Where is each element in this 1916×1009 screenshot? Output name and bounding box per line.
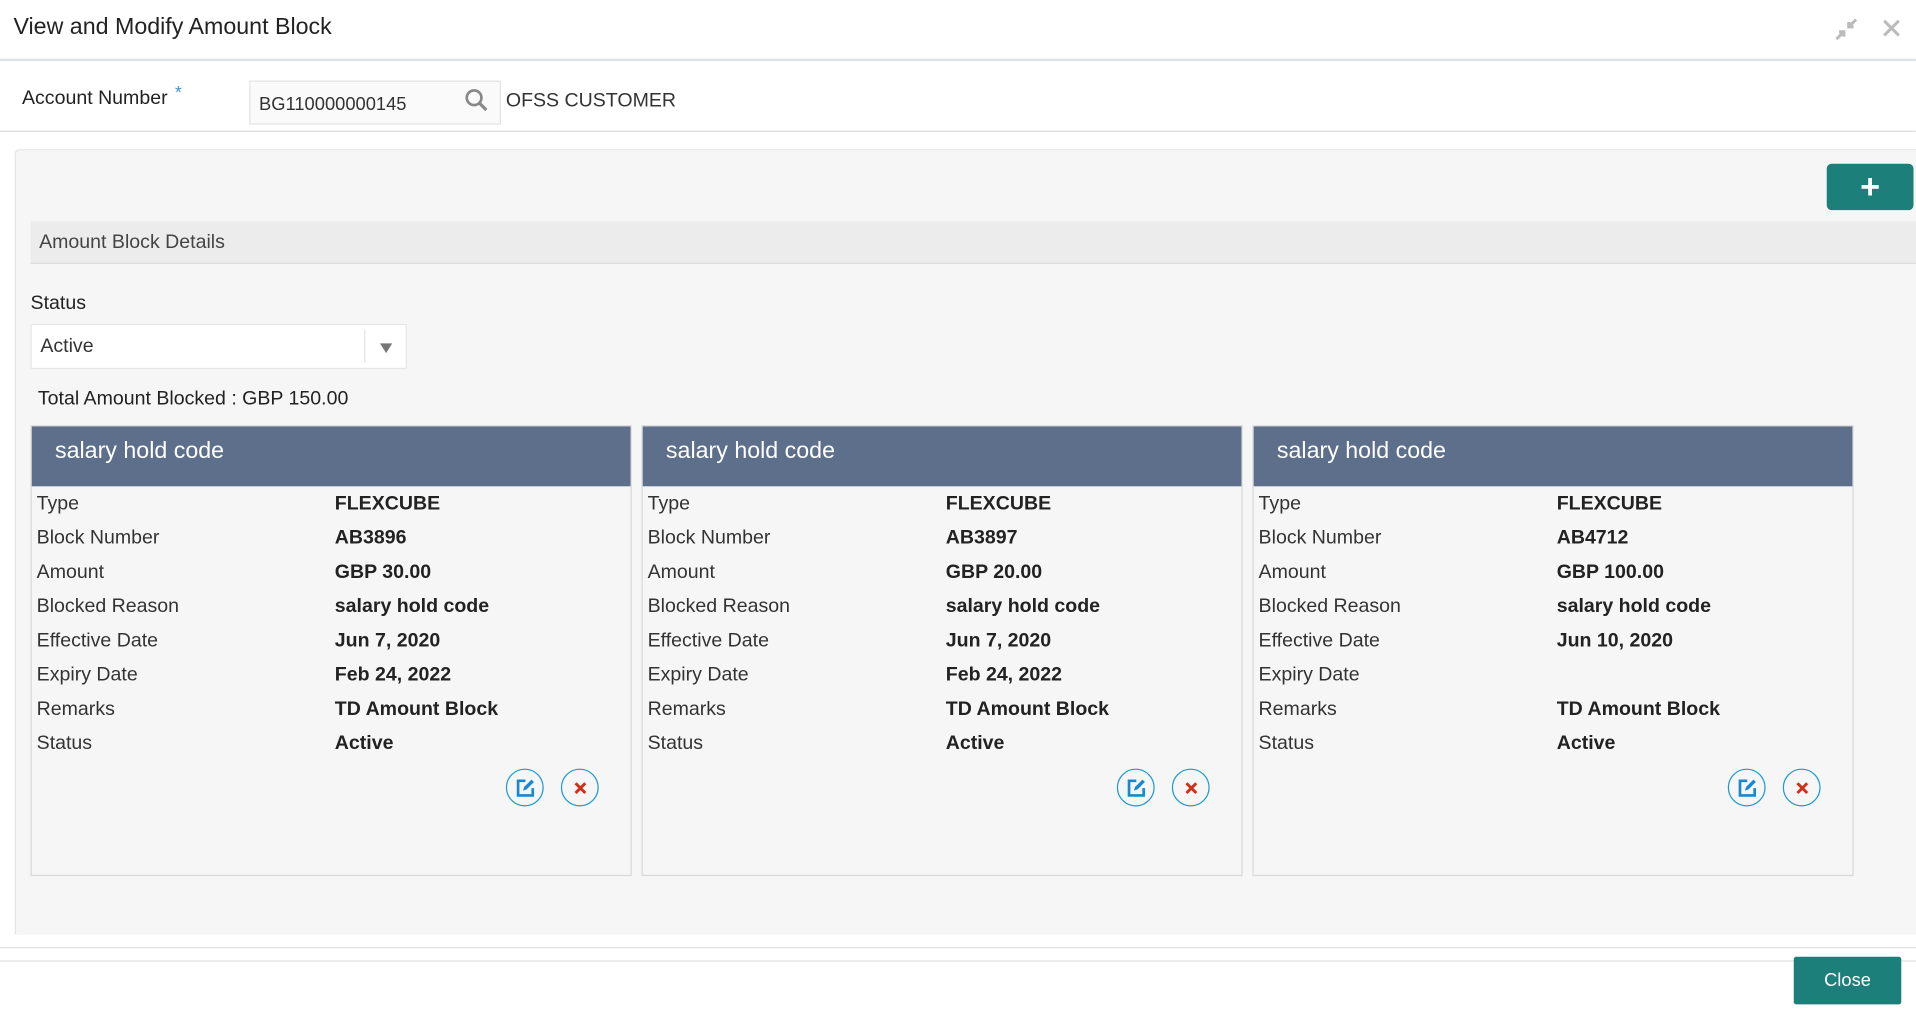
field-value: TD Amount Block [1556,698,1720,720]
field-label: Amount [1258,562,1326,583]
close-button[interactable]: Close [1793,956,1902,1005]
status-filter-label: Status [30,293,86,315]
field-value: TD Amount Block [945,698,1110,720]
delete-button[interactable] [1782,768,1821,807]
close-x-icon [573,781,586,794]
field-label: Effective Date [36,630,159,652]
field-value: Active [334,733,394,754]
field-label: Remarks [36,698,115,720]
field-label: Expiry Date [1258,664,1360,686]
close-x-icon [1795,781,1808,794]
section-header: Amount Block Details [30,221,1916,264]
customer-name: OFSS CUSTOMER [505,90,677,112]
field-label: Status [647,733,704,754]
close-x-icon [1184,781,1197,794]
field-label: Expiry Date [36,664,138,686]
amount-block-dialog: View and Modify Amount Block Account Num… [0,0,1916,1009]
field-value: salary hold code [1556,596,1711,618]
field-value: GBP 30.00 [334,562,432,583]
field-value: Feb 24, 2022 [945,664,1063,686]
account-number-label: Account Number * [21,82,182,110]
account-number-input[interactable]: BG110000000145 [249,80,501,125]
header-divider [0,58,1916,62]
divider [0,130,1916,132]
chevron-down-icon [380,343,393,354]
dialog-title: View and Modify Amount Block [13,14,332,41]
field-label: Effective Date [647,630,769,652]
collapse-arrows-icon[interactable] [1833,16,1860,50]
field-label: Amount [647,562,715,583]
field-label: Type [36,493,80,515]
field-value: AB3897 [945,527,1018,549]
field-value: salary hold code [945,596,1101,618]
field-label: Block Number [647,527,771,549]
field-label: Blocked Reason [36,596,180,618]
status-filter-value: Active [40,336,94,357]
field-value: FLEXCUBE [1556,493,1663,515]
field-label: Blocked Reason [1258,596,1401,618]
field-label: Block Number [36,527,160,549]
field-label: Type [1258,493,1301,515]
field-label: Blocked Reason [647,596,790,618]
edit-icon [1127,778,1145,797]
delete-button[interactable] [560,768,599,807]
field-label: Expiry Date [647,664,749,686]
field-value: TD Amount Block [334,698,499,720]
edit-icon [516,778,534,797]
field-value: Jun 10, 2020 [1556,630,1673,652]
account-number-label-text: Account Number [21,87,168,109]
field-value: salary hold code [334,596,490,618]
delete-button[interactable] [1171,768,1210,807]
field-label: Status [36,733,93,754]
edit-button[interactable] [505,768,544,807]
field-value: GBP 20.00 [945,562,1043,583]
field-label: Amount [36,562,105,583]
field-value: Jun 7, 2020 [334,630,441,652]
footer-divider [0,946,1916,949]
search-icon[interactable] [464,88,488,112]
field-label: Type [647,493,690,515]
status-filter-select[interactable]: Active [30,323,407,370]
amount-block-card: salary hold code Type FLEXCUBE Block Number… [1252,425,1854,877]
amount-block-card: salary hold code Type FLEXCUBE Block Number… [30,425,632,877]
card-title: salary hold code [31,426,631,487]
required-marker: * [174,81,182,102]
field-label: Block Number [1258,527,1382,549]
total-amount-blocked: Total Amount Blocked : GBP 150.00 [37,388,349,410]
footer-divider [0,960,1916,962]
field-value: FLEXCUBE [945,493,1052,515]
field-label: Remarks [1258,698,1337,720]
field-value: Feb 24, 2022 [334,664,452,686]
field-value: FLEXCUBE [334,493,441,515]
edit-button[interactable] [1727,768,1766,807]
edit-icon [1738,778,1756,797]
card-title: salary hold code [1253,426,1853,487]
field-value: AB4712 [1556,527,1629,549]
amount-block-card: salary hold code Type FLEXCUBE Block Number… [641,425,1243,877]
field-label: Effective Date [1258,630,1380,652]
plus-icon: + [1860,167,1881,206]
card-title: salary hold code [642,426,1242,487]
close-icon[interactable] [1881,17,1903,46]
field-value: GBP 100.00 [1556,562,1664,583]
field-value: AB3896 [334,527,407,549]
field-label: Remarks [647,698,726,720]
select-separator [364,329,366,363]
field-label: Status [1258,733,1314,754]
field-value: Jun 7, 2020 [945,630,1052,652]
field-value: Active [1556,733,1616,754]
add-amount-block-button[interactable]: + [1826,163,1914,211]
edit-button[interactable] [1116,768,1155,807]
field-value: Active [945,733,1005,754]
